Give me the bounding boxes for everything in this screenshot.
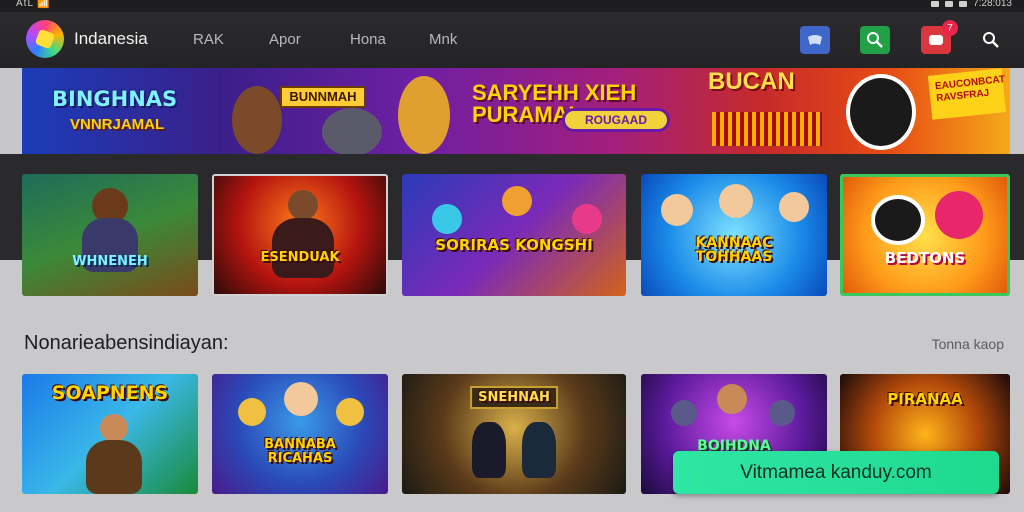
banner-character-2 bbox=[322, 108, 382, 154]
banner-sticker: EAUCONBCAT RAVSFRAJ bbox=[927, 68, 1007, 120]
wifi-icon bbox=[931, 0, 940, 7]
character-head bbox=[871, 195, 925, 245]
character-head bbox=[288, 190, 318, 220]
game-card[interactable]: SOAPNENS bbox=[22, 374, 198, 494]
banner-left-subtitle: VNNRJAMAL bbox=[70, 116, 165, 133]
nav-link-3[interactable]: Hona bbox=[350, 31, 386, 48]
featured-game-card[interactable]: BEDTONS bbox=[840, 174, 1010, 296]
game-title: PIRANAA bbox=[887, 390, 963, 408]
battery-icon bbox=[959, 0, 968, 7]
character-body bbox=[522, 422, 556, 478]
game-card[interactable]: SNEHNAH bbox=[402, 374, 626, 494]
game-title: KANNAAC TOHHAAS bbox=[695, 235, 773, 265]
search-icon-button[interactable] bbox=[976, 26, 1006, 54]
character-head bbox=[284, 382, 318, 416]
banner-character-3 bbox=[398, 76, 450, 154]
game-title: WHNENEH bbox=[72, 254, 148, 269]
section-title: Nonarieabensindiayan: bbox=[24, 332, 229, 354]
character-head bbox=[572, 204, 602, 234]
brand-name[interactable]: Indanesia bbox=[74, 29, 148, 49]
game-title: BANNABA RICAHAS bbox=[264, 437, 336, 466]
character-head bbox=[717, 384, 747, 414]
character-body bbox=[86, 440, 142, 494]
game-card[interactable]: BANNABA RICAHAS bbox=[212, 374, 388, 494]
section-see-all-link[interactable]: Tonna kaop bbox=[932, 336, 1004, 352]
character-head bbox=[432, 204, 462, 234]
hero-banner[interactable]: BINGHNAS VNNRJAMAL BUNNMAH SARYEHH XIEH … bbox=[22, 68, 1010, 154]
messages-button[interactable]: 7 bbox=[921, 20, 958, 54]
status-bar: AtL 📶 7:28:013 bbox=[0, 0, 1024, 12]
nav-link-4[interactable]: Mnk bbox=[429, 31, 457, 48]
search-icon bbox=[867, 32, 883, 48]
character-head bbox=[502, 186, 532, 216]
game-title: BEDTONS bbox=[884, 249, 966, 267]
status-right: 7:28:013 bbox=[931, 0, 1012, 9]
banner-mid-title: BUNNMAH bbox=[280, 86, 366, 108]
featured-game-card[interactable]: WHNENEH bbox=[22, 174, 198, 296]
character-body bbox=[472, 422, 506, 478]
top-navigation: Indanesia RAK Apor Hona Mnk 7 bbox=[0, 12, 1024, 68]
character-head bbox=[336, 398, 364, 426]
character-head bbox=[238, 398, 266, 426]
magnifier-icon bbox=[983, 32, 999, 48]
banner-character-1 bbox=[232, 86, 282, 154]
controller-icon bbox=[808, 35, 822, 45]
game-title: ESENDUAK bbox=[260, 250, 340, 265]
controller-button[interactable] bbox=[800, 26, 830, 54]
signal-icon bbox=[945, 0, 954, 7]
banner-center-pill: ROUGAAD bbox=[562, 108, 670, 132]
featured-game-card[interactable]: SORIRAS KONGSHI bbox=[402, 174, 626, 296]
featured-game-card[interactable]: ESENDUAK bbox=[212, 174, 388, 296]
nav-link-2[interactable]: Apor bbox=[269, 31, 301, 48]
character-head bbox=[769, 400, 795, 426]
game-title: SORIRAS KONGSHI bbox=[435, 236, 593, 254]
character-head bbox=[719, 184, 753, 218]
banner-mascot bbox=[846, 74, 916, 150]
character-body bbox=[272, 218, 334, 278]
banner-stripes bbox=[712, 112, 822, 146]
visit-site-button[interactable]: Vitmamea kanduy.com bbox=[673, 451, 999, 494]
banner-center-line-1: SARYEHH XIEH bbox=[472, 80, 637, 105]
nav-link-1[interactable]: RAK bbox=[193, 31, 224, 48]
banner-right-title: BUCAN bbox=[708, 68, 795, 95]
banner-left-title: BINGHNAS bbox=[52, 87, 178, 111]
game-title: SOAPNENS bbox=[51, 382, 169, 404]
character-head bbox=[779, 192, 809, 222]
character-head bbox=[935, 191, 983, 239]
chat-icon bbox=[929, 35, 943, 45]
character-head bbox=[671, 400, 697, 426]
notification-badge: 7 bbox=[942, 20, 958, 36]
search-button[interactable] bbox=[860, 26, 890, 54]
app-logo[interactable] bbox=[26, 20, 64, 58]
character-head bbox=[661, 194, 693, 226]
status-left: AtL 📶 bbox=[16, 0, 51, 9]
character-head bbox=[100, 414, 128, 442]
featured-game-card[interactable]: KANNAAC TOHHAAS bbox=[641, 174, 827, 296]
status-time: 7:28:013 bbox=[973, 0, 1012, 9]
game-title: SNEHNAH bbox=[470, 386, 558, 409]
